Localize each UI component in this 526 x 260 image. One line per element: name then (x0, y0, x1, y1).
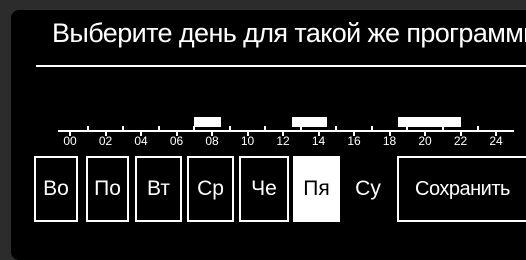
day-button-friday[interactable]: Пя (293, 156, 340, 222)
timeline-hour-label: 10 (240, 134, 255, 148)
save-button[interactable]: Сохранить (397, 156, 526, 222)
day-button-sunday[interactable]: Во (34, 156, 78, 222)
title-divider (36, 65, 526, 67)
timeline-minor-tick (477, 126, 480, 131)
day-button-wednesday[interactable]: Ср (187, 156, 234, 222)
timeline-hour-label: 06 (169, 134, 184, 148)
program-segment (291, 117, 328, 127)
timeline-hour-label: 20 (418, 134, 432, 148)
page-title: Выберите день для такой же программы (52, 18, 526, 48)
program-segment (194, 117, 221, 127)
timeline-hour-label: 22 (453, 134, 468, 148)
timeline-hour-label: 02 (98, 134, 113, 148)
timeline-hour-label: 12 (276, 134, 290, 148)
timeline-hour-label: 24 (489, 134, 503, 148)
timeline-minor-tick (228, 126, 231, 131)
timeline-axis (58, 130, 514, 132)
day-button-thursday[interactable]: Че (239, 156, 289, 222)
timeline-hour-label: 04 (134, 134, 148, 148)
timeline-minor-tick (86, 126, 89, 131)
timeline-minor-tick (370, 126, 373, 131)
timeline-hour-label: 16 (347, 134, 361, 148)
timeline-hour-label: 14 (311, 134, 326, 148)
timeline-minor-tick (122, 126, 125, 131)
timeline-hour-label: 08 (205, 134, 219, 148)
day-button-saturday[interactable]: Су (344, 156, 392, 222)
timeline-minor-tick (264, 126, 267, 131)
day-button-monday[interactable]: По (86, 156, 129, 222)
timeline-minor-tick (157, 126, 160, 131)
timeline-minor-tick (335, 126, 338, 131)
program-segment (398, 117, 461, 127)
day-button-tuesday[interactable]: Вт (135, 156, 182, 222)
timeline-hour-label: 18 (382, 134, 397, 148)
timeline-hour-label: 00 (63, 134, 77, 148)
